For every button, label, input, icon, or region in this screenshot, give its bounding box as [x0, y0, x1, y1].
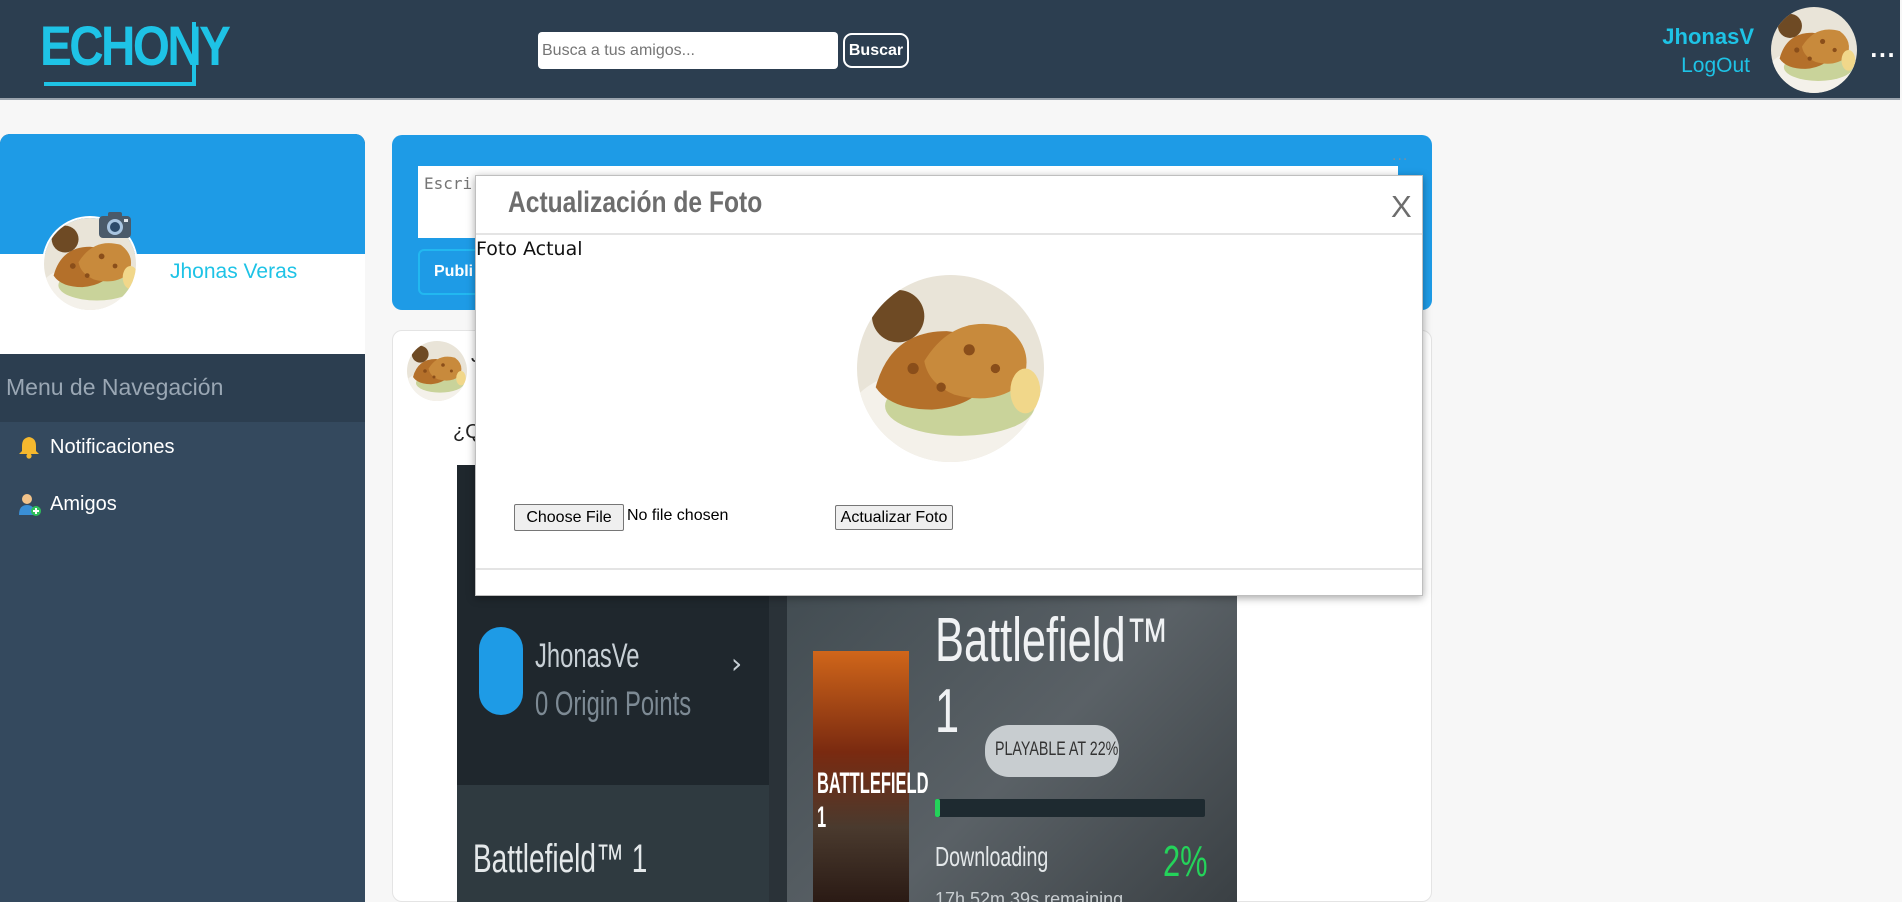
- sidebar-item-label: Amigos: [50, 493, 117, 515]
- more-menu-icon[interactable]: ...: [1870, 38, 1896, 62]
- playable-badge: PLAYABLE AT 22%: [985, 725, 1119, 777]
- game-cover-art: BATTLEFIELD 1: [813, 651, 929, 902]
- modal-close-button[interactable]: X: [1391, 189, 1412, 225]
- download-percent: 2%: [1163, 837, 1208, 886]
- header-avatar[interactable]: [1771, 7, 1857, 93]
- avatar-photo: [857, 275, 1044, 462]
- logo-text: ECHONY: [40, 14, 231, 77]
- origin-game-title: Battlefield™ 1: [473, 837, 648, 881]
- origin-username: JhonasVe: [535, 637, 640, 675]
- profile-name[interactable]: Jhonas Veras: [170, 260, 297, 284]
- composer-more-icon[interactable]: ...: [1392, 148, 1408, 164]
- sidebar: Jhonas Veras Menu de Navegación Notifica…: [0, 134, 365, 902]
- download-status: Downloading: [935, 841, 1049, 872]
- download-progress-fill: [935, 799, 941, 817]
- header-username[interactable]: JhonasV: [1662, 24, 1754, 50]
- update-photo-modal: Actualización de Foto X Foto Actual Choo…: [475, 175, 1423, 596]
- current-photo: [857, 275, 1044, 462]
- post-author-avatar[interactable]: [407, 341, 467, 401]
- origin-points: 0 Origin Points: [535, 685, 692, 723]
- choose-file-button[interactable]: Choose File: [514, 504, 624, 531]
- download-progress-bar: [935, 799, 1205, 817]
- search-input[interactable]: [538, 32, 838, 69]
- update-photo-button[interactable]: Actualizar Foto: [835, 505, 953, 530]
- file-status: No file chosen: [627, 507, 729, 524]
- logout-link[interactable]: LogOut: [1681, 54, 1750, 78]
- add-friend-icon: [19, 494, 41, 516]
- top-navbar: ECHONY Buscar JhonasV LogOut ...: [0, 0, 1900, 100]
- echony-logo[interactable]: ECHONY: [40, 16, 231, 88]
- modal-footer-divider: [476, 568, 1422, 570]
- modal-divider: [476, 233, 1422, 235]
- sidebar-item-notificaciones[interactable]: Notificaciones: [0, 424, 365, 474]
- logo-bracket-vertical: [192, 22, 196, 86]
- camera-icon[interactable]: [98, 210, 132, 240]
- menu-title: Menu de Navegación: [0, 354, 365, 422]
- logo-bracket-horizontal: [44, 82, 196, 86]
- avatar-photo: [407, 341, 467, 401]
- sidebar-item-amigos[interactable]: Amigos: [0, 481, 365, 531]
- download-remaining: 17h 52m 39s remaining: [935, 889, 1124, 902]
- avatar-photo: [1771, 7, 1857, 93]
- search-button[interactable]: Buscar: [843, 33, 909, 68]
- chevron-right-icon: ›: [731, 647, 743, 680]
- playable-badge-text: PLAYABLE AT 22%: [995, 739, 1119, 760]
- bell-icon: [19, 437, 39, 459]
- game-cover-title: BATTLEFIELD 1: [817, 767, 929, 834]
- sidebar-item-label: Notificaciones: [50, 436, 175, 458]
- current-photo-label: Foto Actual: [476, 238, 583, 260]
- origin-user-icon: [479, 627, 523, 715]
- modal-title: Actualización de Foto: [508, 186, 763, 219]
